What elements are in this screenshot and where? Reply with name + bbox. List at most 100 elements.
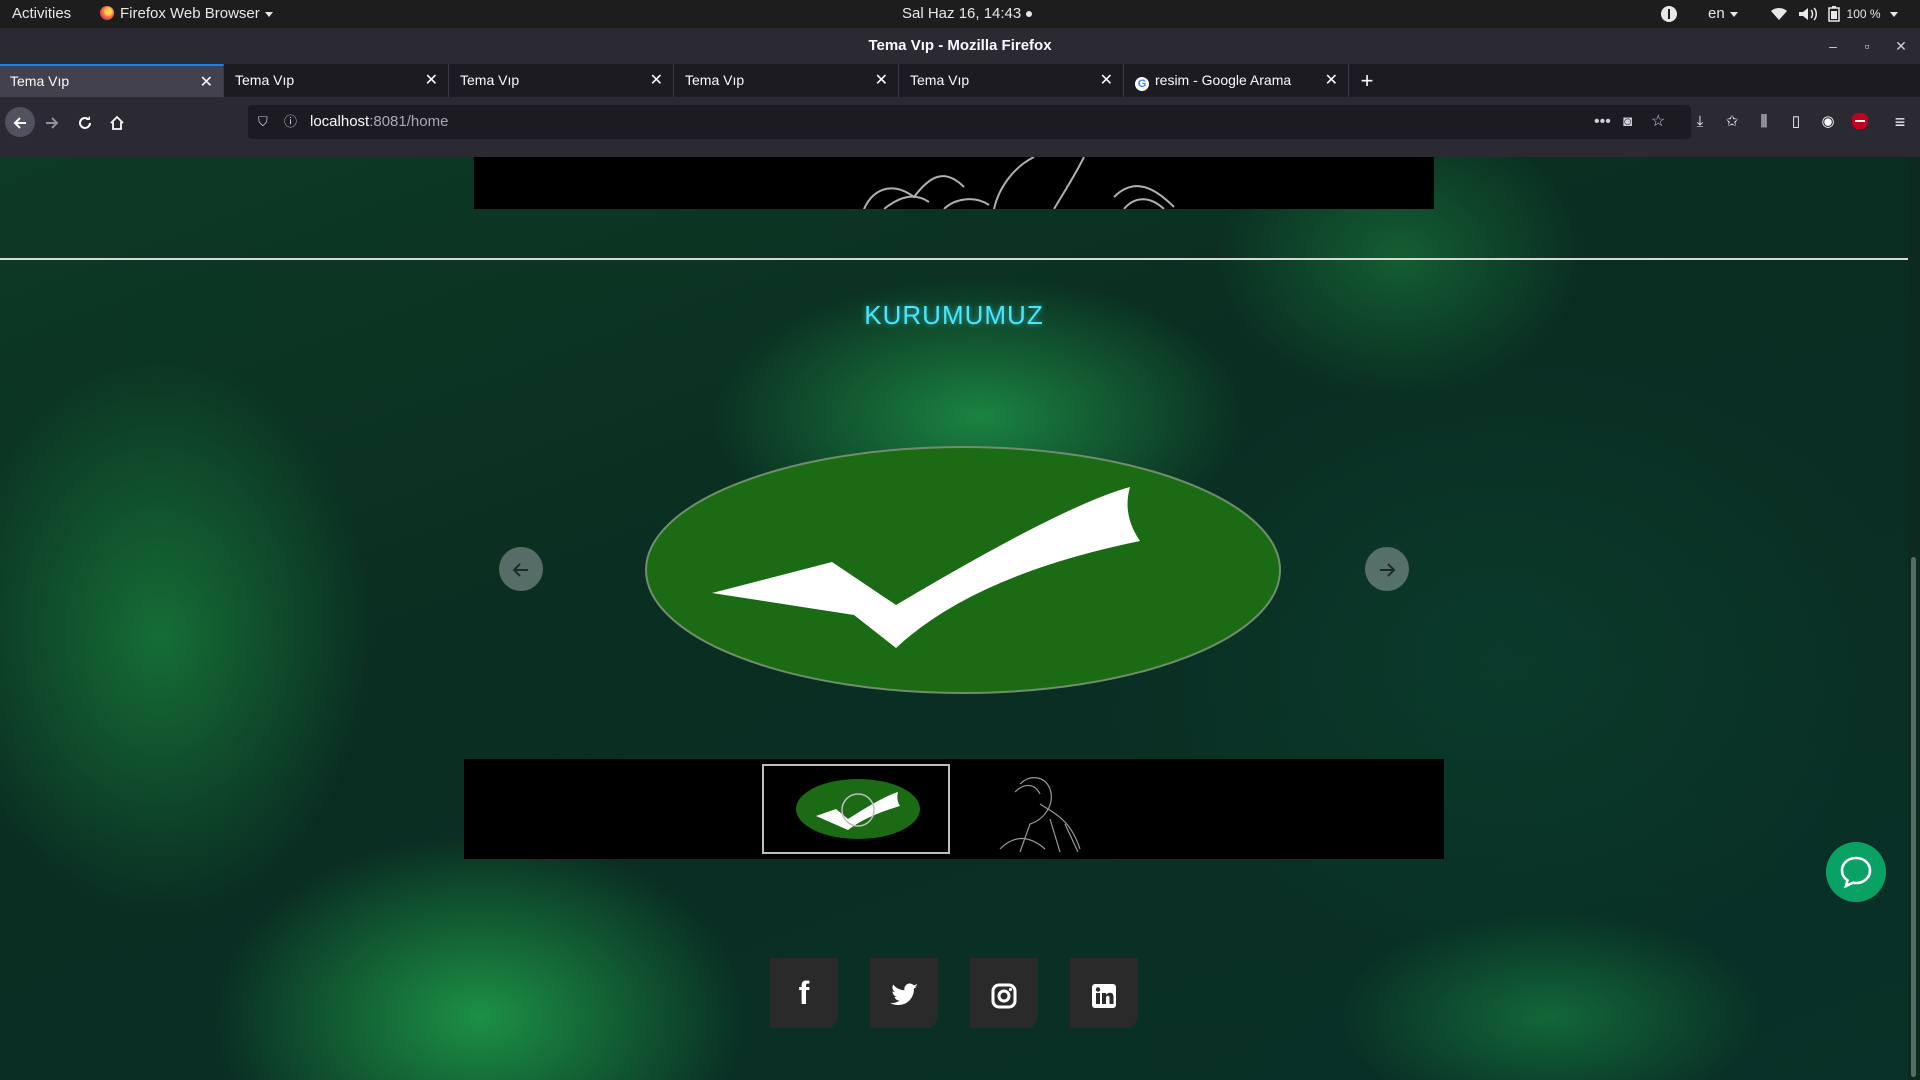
tab-label: Tema Vıp — [235, 72, 295, 88]
close-tab-icon[interactable]: ✕ — [1325, 64, 1338, 97]
minimize-button[interactable]: – — [1818, 28, 1848, 64]
language-selector[interactable]: en — [1708, 0, 1738, 28]
tab[interactable]: Tema Vıp ✕ — [0, 64, 224, 97]
clock[interactable]: Sal Haz 16, 14:43 — [902, 0, 1033, 28]
dark-artwork-image — [863, 157, 1175, 209]
app-menu-label: Firefox Web Browser — [120, 5, 260, 22]
tab-label: Tema Vıp — [460, 72, 520, 88]
bookmark-star-icon[interactable]: ☆ — [1651, 105, 1665, 139]
close-tab-icon[interactable]: ✕ — [200, 66, 213, 99]
account-icon[interactable]: ◉ — [1814, 107, 1842, 137]
facebook-button[interactable]: f — [770, 958, 838, 1028]
checkmark-thumbnail-image — [796, 779, 920, 839]
tab[interactable]: Tema Vıp ✕ — [900, 64, 1124, 97]
close-tab-icon[interactable]: ✕ — [650, 64, 663, 97]
page-scrollbar[interactable] — [1908, 157, 1920, 1080]
app-menu[interactable]: Firefox Web Browser — [100, 0, 273, 28]
tab-label: Tema Vıp — [10, 73, 70, 89]
close-tab-icon[interactable]: ✕ — [875, 64, 888, 97]
wifi-icon — [1771, 7, 1787, 21]
accessibility-icon — [1661, 6, 1677, 23]
tab[interactable]: Tema Vıp ✕ — [450, 64, 674, 97]
thumbnail-strip — [464, 759, 1444, 859]
carousel-main-image — [645, 446, 1281, 694]
tab-label-wrap: Gresim - Google Arama — [1135, 64, 1291, 97]
firefox-icon — [100, 6, 114, 20]
saved-bookmarks-icon[interactable]: ✩ — [1718, 107, 1746, 137]
battery-label: 100 % — [1846, 7, 1881, 21]
close-tab-icon[interactable]: ✕ — [425, 64, 438, 97]
chevron-down-icon — [1889, 11, 1898, 17]
facebook-icon: f — [798, 975, 810, 1011]
arrow-left-icon — [512, 563, 528, 577]
notification-dot-icon — [1026, 11, 1033, 18]
section-divider — [0, 258, 1908, 260]
arrow-right-icon — [1380, 563, 1396, 577]
url-text[interactable]: localhost:8081/home — [310, 105, 448, 139]
twitter-icon — [890, 983, 918, 1006]
carousel-next-button[interactable] — [1365, 547, 1409, 591]
battery-icon — [1828, 6, 1841, 22]
section-title: KURUMUMUZ — [864, 300, 1044, 330]
navigation-toolbar: ⛉ ⓘ localhost:8081/home ••• ◙ ☆ ⤓ ✩ ⫼ ▯ … — [0, 97, 1920, 157]
header-image-slider — [474, 157, 1434, 209]
tab-label: resim - Google Arama — [1155, 72, 1292, 88]
twitter-button[interactable] — [870, 958, 938, 1028]
sidebar-icon[interactable]: ▯ — [1782, 107, 1810, 137]
close-tab-icon[interactable]: ✕ — [1100, 64, 1113, 97]
info-icon[interactable]: ⓘ — [284, 105, 297, 139]
scrollbar-thumb[interactable] — [1911, 557, 1916, 1077]
volume-icon — [1799, 7, 1818, 21]
reload-icon — [79, 116, 91, 129]
close-window-button[interactable]: ✕ — [1886, 28, 1916, 64]
system-status-menu[interactable]: 100 % — [1770, 0, 1898, 28]
tab-label: Tema Vıp — [910, 72, 970, 88]
home-icon — [110, 115, 124, 130]
address-bar[interactable]: ⛉ ⓘ localhost:8081/home ••• ◙ ☆ — [248, 105, 1691, 139]
chat-bubble-icon — [1840, 856, 1872, 889]
system-top-bar: Activities Firefox Web Browser Sal Haz 1… — [0, 0, 1920, 28]
pocket-icon[interactable]: ◙ — [1623, 105, 1632, 139]
linkedin-button[interactable] — [1070, 958, 1138, 1028]
carousel-prev-button[interactable] — [499, 547, 543, 591]
page-viewport: KURUMUMUZ f — [0, 157, 1908, 1080]
maximize-button[interactable]: ▫ — [1852, 28, 1882, 64]
downloads-icon[interactable]: ⤓ — [1686, 107, 1714, 137]
thumbnail-1[interactable] — [762, 764, 950, 854]
thumbnail-2[interactable] — [960, 764, 1148, 854]
google-favicon-icon: G — [1135, 77, 1149, 91]
chevron-down-icon — [264, 11, 273, 17]
url-host: localhost — [310, 113, 370, 130]
window-title-bar: Tema Vıp - Mozilla Firefox – ▫ ✕ — [0, 28, 1920, 64]
library-icon[interactable]: ⫼ — [1750, 107, 1778, 137]
adblock-icon[interactable] — [1846, 107, 1874, 137]
tab-label: Tema Vıp — [685, 72, 745, 88]
chevron-down-icon — [1729, 11, 1738, 17]
linkedin-icon — [1092, 984, 1116, 1008]
shield-icon[interactable]: ⛉ — [258, 105, 268, 139]
activities-button[interactable]: Activities — [12, 0, 71, 28]
hamburger-menu-icon[interactable]: ≡ — [1886, 107, 1914, 137]
dark-artwork-thumbnail-image — [999, 777, 1081, 853]
window-title: Tema Vıp - Mozilla Firefox — [868, 37, 1052, 54]
chat-button[interactable] — [1826, 842, 1886, 902]
tab[interactable]: Tema Vıp ✕ — [225, 64, 449, 97]
forward-button[interactable] — [37, 107, 67, 137]
clock-label: Sal Haz 16, 14:43 — [902, 5, 1022, 22]
social-links: f — [0, 958, 1908, 1028]
tab-strip: Tema Vıp ✕ Tema Vıp ✕ Tema Vıp ✕ Tema Vı… — [0, 64, 1920, 97]
back-button[interactable] — [5, 107, 35, 137]
arrow-left-icon — [13, 117, 26, 129]
language-label: en — [1708, 5, 1725, 22]
accessibility-indicator[interactable] — [1660, 0, 1678, 28]
home-button[interactable] — [102, 107, 132, 137]
url-path: :8081/home — [369, 113, 449, 130]
instagram-icon — [991, 983, 1017, 1009]
new-tab-button[interactable]: + — [1355, 64, 1379, 97]
instagram-button[interactable] — [970, 958, 1038, 1028]
arrow-right-icon — [46, 117, 59, 129]
reload-button[interactable] — [70, 107, 100, 137]
tab[interactable]: Gresim - Google Arama ✕ — [1125, 64, 1349, 97]
page-actions-icon[interactable]: ••• — [1594, 105, 1611, 139]
tab[interactable]: Tema Vıp ✕ — [675, 64, 899, 97]
